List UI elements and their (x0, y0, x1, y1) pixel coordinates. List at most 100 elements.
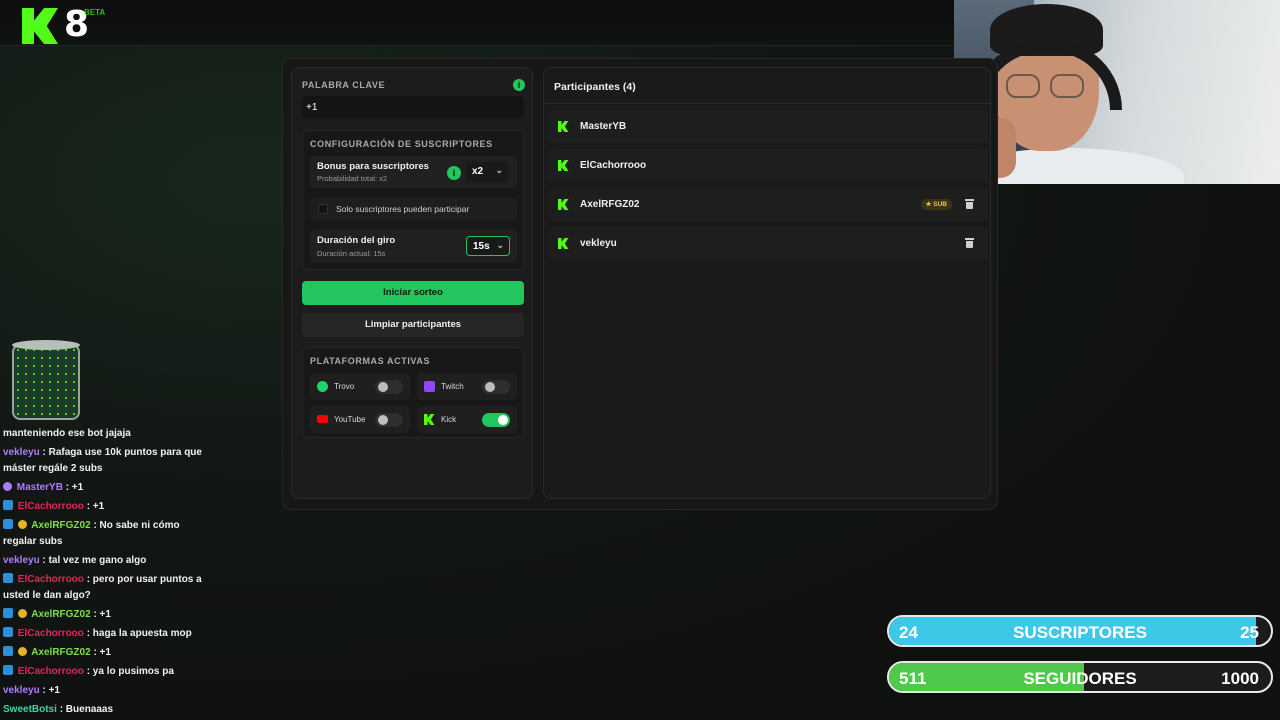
badge-icon (17, 520, 27, 529)
bonus-info-icon[interactable]: i (447, 166, 461, 180)
badge-icon (17, 647, 27, 656)
goal-target: 1000 (1221, 669, 1259, 688)
sub-badge: ★ SUB (920, 199, 952, 210)
participants-header: Participantes (4) (544, 68, 990, 104)
trovo-toggle[interactable] (375, 380, 403, 394)
info-icon[interactable]: i (513, 79, 525, 91)
platform-name: Trovo (334, 382, 355, 391)
bonus-row: Bonus para suscriptores Probabilidad tot… (310, 156, 517, 188)
chat-text: : tal vez me gano algo (42, 555, 147, 566)
participant-row: MasterYB (548, 110, 988, 143)
platform-name: YouTube (334, 415, 366, 424)
platform-kick: Kick (417, 406, 517, 433)
kick-icon (424, 414, 435, 425)
goal-title: SUSCRIPTORES (1013, 623, 1147, 642)
youtube-icon (317, 415, 328, 423)
settings-panel: PALABRA CLAVE i CONFIGURACIÓN DE SUSCRIP… (291, 67, 533, 499)
only-subs-label: Solo suscriptores pueden participar (336, 204, 470, 214)
chat-user: AxelRFGZ02 (31, 520, 91, 531)
platforms-title: PLATAFORMAS ACTIVAS (310, 356, 431, 366)
participant-row: AxelRFGZ02 ★ SUB (548, 188, 988, 221)
platform-name: Twitch (441, 382, 464, 391)
subscriber-config: CONFIGURACIÓN DE SUSCRIPTORES Bonus para… (302, 130, 524, 270)
kick-icon (558, 199, 569, 210)
logo-beta: BETA (84, 8, 106, 17)
chat-text: : +1 (42, 685, 60, 696)
chevron-down-icon: ⌄ (496, 240, 504, 250)
chat-text: : +1 (86, 501, 105, 512)
chat-user: ElCachorrooo (17, 501, 84, 512)
platform-twitch: Twitch (417, 373, 517, 400)
kick-icon (558, 121, 569, 132)
chat-text: : +1 (93, 647, 111, 658)
trovo-icon (317, 381, 328, 392)
chat-message: AxelRFGZ02 : No sabe ni cómo regalar sub… (3, 518, 208, 550)
participant-name: vekleyu (580, 238, 617, 249)
platform-icon (3, 627, 13, 637)
chat-user: AxelRFGZ02 (31, 647, 91, 658)
participants-panel: Participantes (4) MasterYB ElCachorrooo … (543, 67, 991, 499)
duration-select[interactable]: 15s ⌄ (466, 236, 510, 256)
chat-message: AxelRFGZ02 : +1 (3, 607, 208, 623)
only-subs-checkbox[interactable] (318, 204, 328, 214)
mic-icon (3, 482, 12, 491)
youtube-toggle[interactable] (375, 413, 403, 427)
kick-icon (558, 160, 569, 171)
trash-icon[interactable] (965, 199, 974, 209)
twitch-toggle[interactable] (482, 380, 510, 394)
platform-icon (3, 608, 13, 618)
followers-goal: 511 SEGUIDORES 1000 (887, 661, 1273, 693)
start-raffle-button[interactable]: Iniciar sorteo (302, 281, 524, 305)
chat-user: MasterYB (16, 482, 63, 493)
participant-name: MasterYB (580, 121, 627, 132)
platform-icon (3, 646, 13, 656)
chat-message: ElCachorrooo : haga la apuesta mop (3, 626, 208, 642)
chat-text: : haga la apuesta mop (86, 628, 192, 639)
kick-toggle[interactable] (482, 413, 510, 427)
kick-logo: 8 BETA (22, 4, 105, 45)
subscribers-goal: 24 SUSCRIPTORES 25 (887, 615, 1273, 647)
kick-icon (558, 238, 569, 249)
chat-message: AxelRFGZ02 : +1 (3, 645, 208, 661)
chat-message: ElCachorrooo : pero por usar puntos a us… (3, 572, 208, 604)
participant-name: AxelRFGZ02 (580, 199, 640, 210)
platform-icon (3, 573, 13, 583)
chat-text: : Buenaaas (59, 704, 114, 715)
chat-message: vekleyu : tal vez me gano algo (3, 553, 208, 569)
bonus-title: Bonus para suscriptores (317, 161, 429, 172)
bonus-select[interactable]: x2 ⌄ (466, 162, 508, 182)
platform-icon (3, 500, 13, 510)
only-subs-row[interactable]: Solo suscriptores pueden participar (310, 198, 517, 220)
clear-participants-button[interactable]: Limpiar participantes (302, 313, 524, 337)
chat-user: vekleyu (3, 447, 40, 458)
keyword-input[interactable] (302, 96, 524, 118)
chat-message: ElCachorrooo : +1 (3, 499, 208, 515)
goal-title: SEGUIDORES (1023, 669, 1137, 688)
platform-name: Kick (441, 415, 457, 424)
chat-text: : ya lo pusimos pa (86, 666, 174, 677)
trash-icon[interactable] (965, 238, 974, 248)
chat-user: ElCachorrooo (17, 574, 84, 585)
chat-text: : +1 (65, 482, 84, 493)
chat-user: vekleyu (3, 685, 40, 696)
participants-title: Participantes (4) (554, 81, 636, 93)
giveaway-app: PALABRA CLAVE i CONFIGURACIÓN DE SUSCRIP… (282, 58, 998, 510)
duration-subtitle: Duración actual: 15s (317, 249, 386, 258)
chat-text: : +1 (93, 609, 111, 620)
goal-target: 25 (1240, 623, 1259, 642)
participant-row: ElCachorrooo (548, 149, 988, 182)
chat-message: vekleyu : +1 (3, 683, 208, 699)
chat-message: manteniendo ese bot jajaja (3, 426, 208, 442)
subscriber-config-title: CONFIGURACIÓN DE SUSCRIPTORES (310, 139, 493, 149)
chevron-down-icon: ⌄ (495, 165, 503, 175)
chat-user: vekleyu (3, 555, 40, 566)
keyword-label: PALABRA CLAVE (302, 80, 386, 90)
chat-text: : No sabe ni cómo regalar subs (3, 520, 180, 547)
emote-jar (12, 340, 80, 420)
platform-icon (3, 519, 13, 529)
duration-row: Duración del giro Duración actual: 15s 1… (310, 229, 517, 263)
webcam-feed (954, 0, 1280, 184)
platform-trovo: Trovo (310, 373, 410, 400)
platform-youtube: YouTube (310, 406, 410, 433)
chat-message: MasterYB : +1 (3, 480, 208, 496)
